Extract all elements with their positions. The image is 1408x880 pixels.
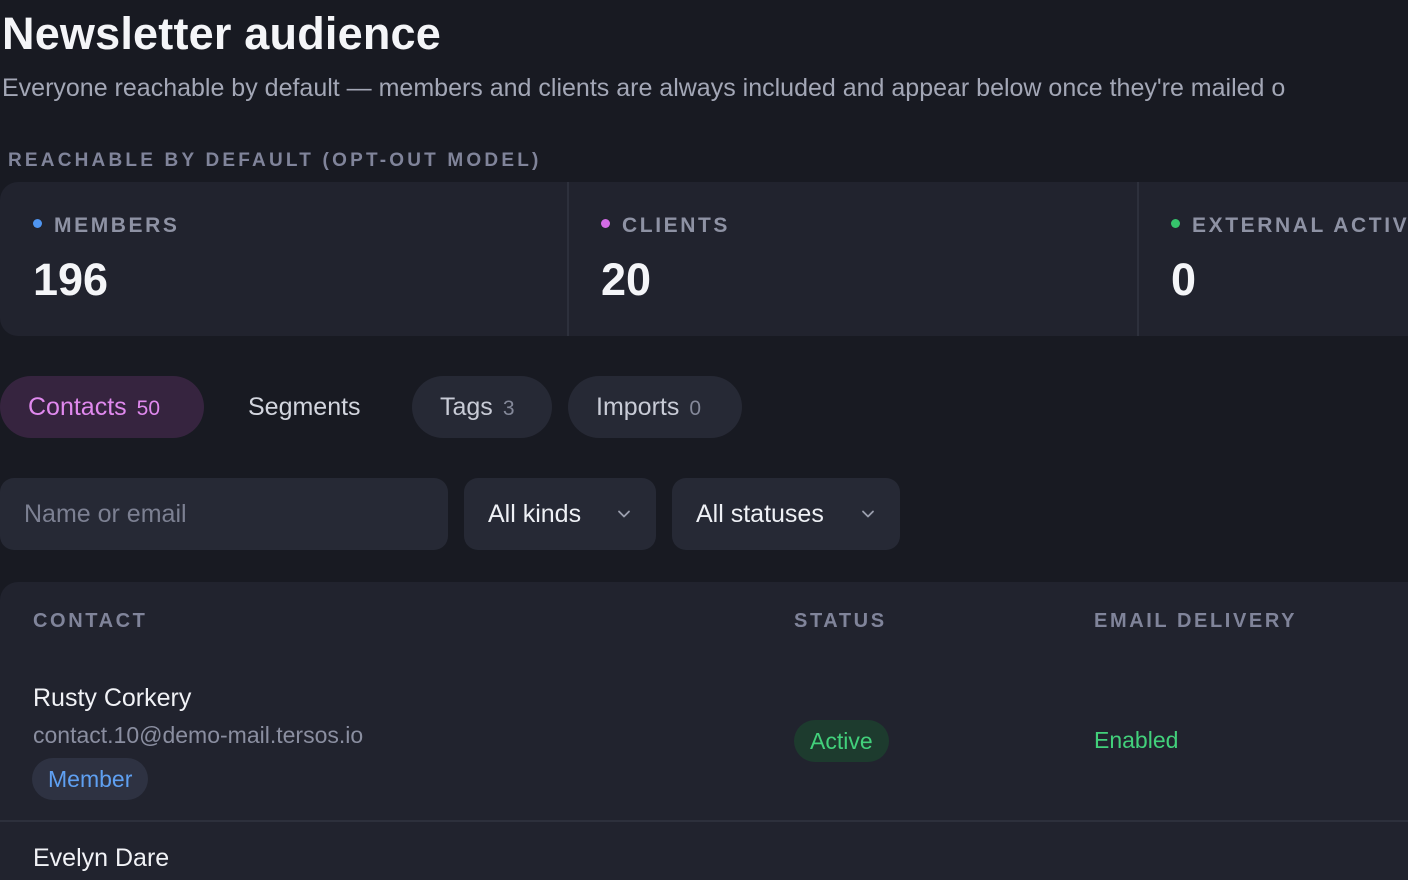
tab-tags-count: 3 [502, 397, 515, 420]
tab-contacts[interactable]: Contacts 50 [0, 376, 204, 438]
newsletter-audience-page: Newsletter audience Everyone reachable b… [0, 0, 1408, 880]
stat-external-active: EXTERNAL ACTIVE 0 [1137, 182, 1408, 336]
tab-tags[interactable]: Tags 3 [412, 376, 552, 438]
column-header-status: STATUS [794, 610, 887, 632]
column-header-email-delivery: EMAIL DELIVERY [1094, 610, 1298, 632]
stat-members: MEMBERS 196 [0, 182, 567, 336]
table-row[interactable]: Evelyn Dare [0, 822, 1408, 880]
chevron-down-icon [618, 510, 630, 518]
tab-contacts-count: 50 [136, 397, 161, 420]
table-row[interactable]: Rusty Corkery contact.10@demo-mail.terso… [0, 660, 1408, 822]
tab-imports-count: 0 [689, 397, 702, 420]
status-select-value: All statuses [696, 500, 824, 528]
status-select[interactable]: All statuses [672, 478, 900, 550]
kind-select-value: All kinds [488, 500, 582, 528]
contact-name: Evelyn Dare [33, 844, 170, 872]
page-subtitle: Everyone reachable by default — members … [2, 74, 1286, 102]
contacts-table: CONTACT STATUS EMAIL DELIVERY Rusty Cork… [0, 582, 1408, 880]
stat-members-value: 196 [33, 254, 109, 305]
tab-imports[interactable]: Imports 0 [568, 376, 742, 438]
search-input[interactable] [0, 478, 448, 550]
status-badge: Active [794, 720, 889, 762]
contact-name: Rusty Corkery [33, 684, 192, 712]
tab-segments-label: Segments [248, 393, 361, 421]
contact-email: contact.10@demo-mail.tersos.io [33, 722, 364, 748]
stat-external-value: 0 [1171, 254, 1197, 305]
kind-select[interactable]: All kinds [464, 478, 656, 550]
external-dot-icon [1171, 218, 1180, 228]
stat-clients-value: 20 [601, 254, 652, 305]
stat-members-label: MEMBERS [54, 214, 180, 237]
kind-badge: Member [32, 758, 149, 800]
reachable-stats-card: MEMBERS 196 CLIENTS 20 EXTERNAL ACTIVE 0 [0, 182, 1408, 336]
email-delivery-status: Enabled [1094, 727, 1179, 753]
tab-imports-label: Imports [596, 393, 680, 421]
clients-dot-icon [601, 218, 610, 228]
members-dot-icon [33, 218, 42, 228]
tab-tags-label: Tags [440, 393, 493, 421]
page-title: Newsletter audience [2, 8, 441, 59]
stat-clients-label: CLIENTS [622, 214, 731, 237]
chevron-down-icon [862, 510, 874, 518]
column-header-contact: CONTACT [33, 610, 148, 632]
reachable-section-label: REACHABLE BY DEFAULT (OPT-OUT MODEL) [8, 150, 542, 171]
tab-contacts-label: Contacts [28, 393, 127, 421]
stat-clients: CLIENTS 20 [567, 182, 1137, 336]
stat-external-label: EXTERNAL ACTIVE [1192, 214, 1408, 237]
tab-segments[interactable]: Segments [220, 376, 396, 438]
